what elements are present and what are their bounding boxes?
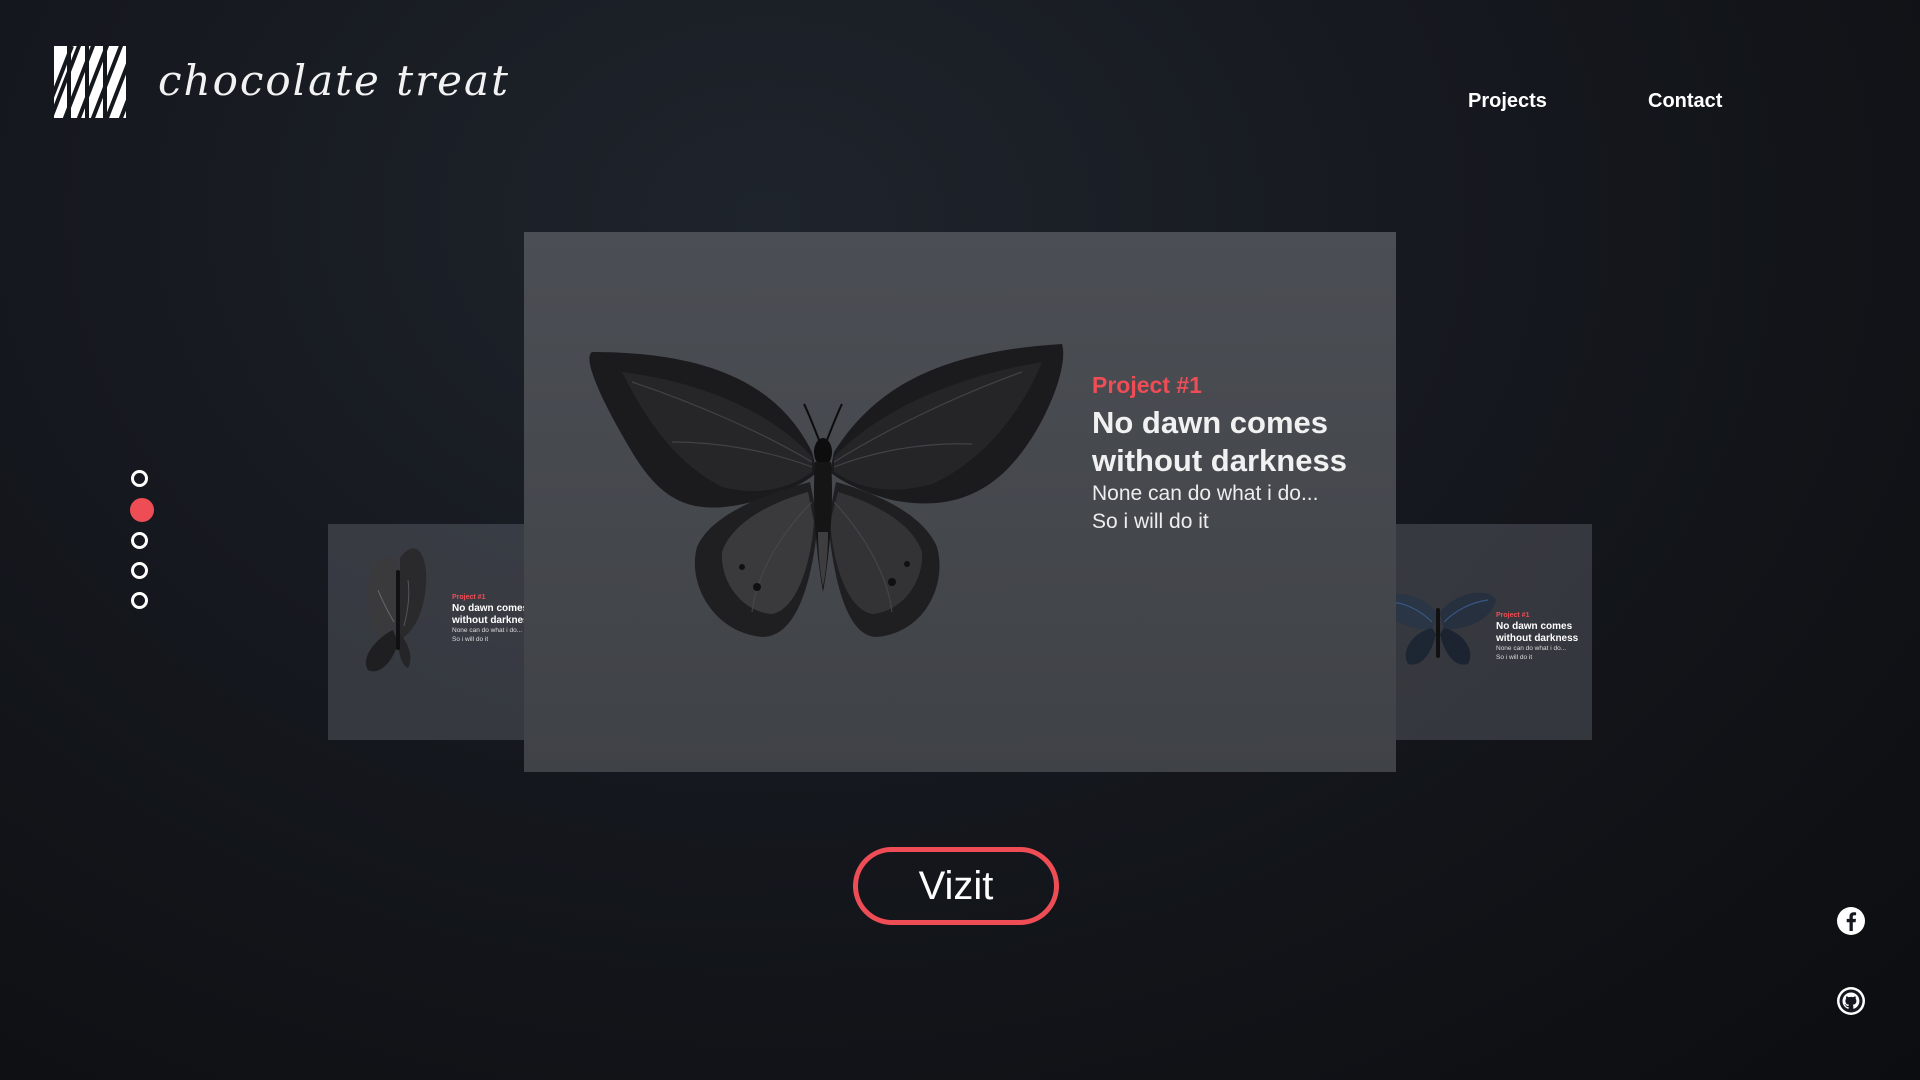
pager-dot-2-active[interactable] (130, 498, 154, 522)
prev-project-card[interactable]: Project #1 No dawn comes without darknes… (328, 524, 552, 740)
project-title-line-2: without darkness (1092, 443, 1347, 479)
pager-dot-1[interactable] (131, 470, 148, 487)
brand-name: chocolate treat (158, 55, 510, 105)
pager-dot-4[interactable] (131, 562, 148, 579)
project-subtitle-line-2: So i will do it (1092, 509, 1209, 533)
project-tag: Project #1 (1092, 372, 1202, 398)
brand-logo[interactable]: chocolate treat (54, 46, 510, 118)
next-card-title-2: without darkness (1496, 633, 1579, 644)
butterfly-image-main (589, 344, 1064, 637)
striped-square-logo-icon (54, 46, 126, 118)
next-card-sub-2: So i will do it (1496, 653, 1533, 661)
next-card-info: Project #1 No dawn comes without darknes… (1496, 612, 1592, 663)
current-project-card[interactable]: Project #1 No dawn comes without darknes… (524, 232, 1396, 772)
butterfly-image-left (365, 548, 427, 672)
github-icon[interactable] (1836, 986, 1866, 1016)
butterfly-image-right (1380, 592, 1496, 665)
next-card-sub-1: None can do what i do... (1496, 645, 1567, 652)
next-card-tag: Project #1 (1496, 612, 1530, 619)
project-title-line-1: No dawn comes (1092, 404, 1328, 440)
nav-contact-link[interactable]: Contact (1648, 90, 1722, 113)
project-subtitle-line-1: None can do what i do... (1092, 482, 1319, 506)
pager-dot-5[interactable] (131, 592, 148, 609)
project-info: Project #1 No dawn comes without darknes… (1092, 372, 1392, 535)
next-card-title-1: No dawn comes (1496, 621, 1573, 632)
next-project-card[interactable]: Project #1 No dawn comes without darknes… (1368, 524, 1592, 740)
nav-projects-link[interactable]: Projects (1468, 90, 1547, 113)
vizit-button[interactable]: Vizit (853, 847, 1059, 925)
facebook-icon[interactable] (1836, 906, 1866, 936)
pager-dot-3[interactable] (131, 532, 148, 549)
